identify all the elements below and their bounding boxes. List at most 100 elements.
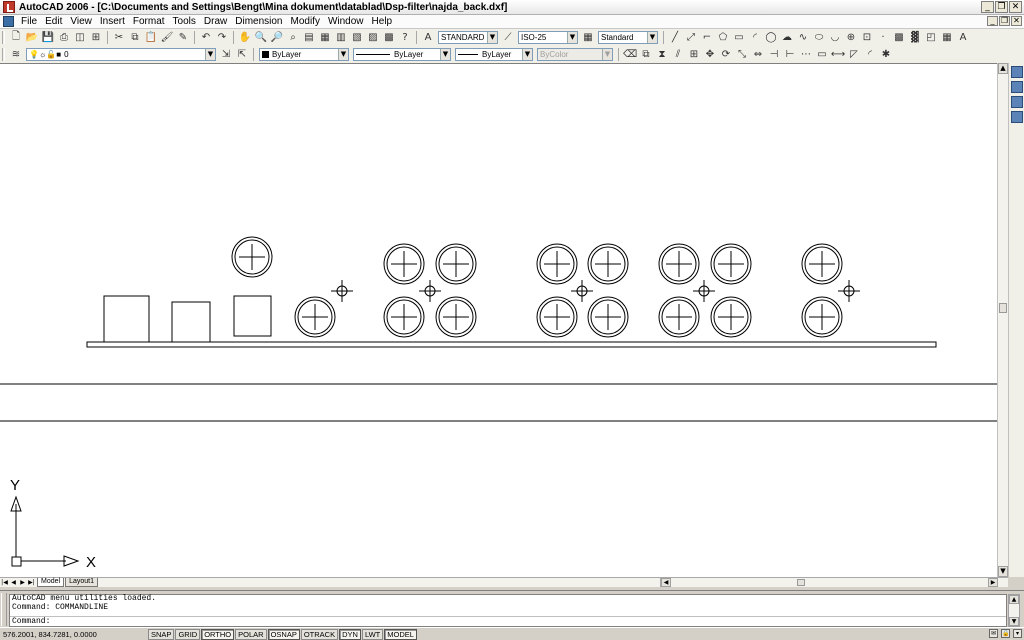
insert-block-icon[interactable]: ⊕ [844,31,858,45]
sheet-set-icon[interactable]: ▧ [350,31,364,45]
knob[interactable] [710,243,752,285]
tab-model[interactable]: Model [37,578,65,587]
menu-help[interactable]: Help [368,16,397,27]
scroll-thumb[interactable] [999,303,1007,313]
break-icon[interactable]: ▭ [815,48,829,62]
component-box[interactable] [103,295,150,343]
tool-palettes-icon[interactable]: ▥ [334,31,348,45]
polyline-icon[interactable]: ⌐ [700,31,714,45]
gradient-icon[interactable]: ▓ [908,31,922,45]
send-under-icon[interactable] [1011,111,1023,123]
send-to-back-icon[interactable] [1011,81,1023,93]
plot-icon[interactable]: ⎙ [57,31,71,45]
redo-icon[interactable]: ↷ [215,31,229,45]
lock-icon[interactable]: 🔒 [1001,629,1010,638]
toolbar-grip[interactable] [2,31,5,44]
scroll-right-icon[interactable]: ▶ [988,578,998,587]
chevron-down-icon[interactable]: ▼ [205,49,215,60]
menu-insert[interactable]: Insert [96,16,129,27]
hatch-icon[interactable]: ▩ [892,31,906,45]
polygon-icon[interactable]: ⬠ [716,31,730,45]
base-plate[interactable] [86,341,937,348]
ellipse-icon[interactable]: ⬭ [812,31,826,45]
open-icon[interactable]: 📂 [25,31,39,45]
cut-icon[interactable]: ✂ [112,31,126,45]
spline-icon[interactable]: ∿ [796,31,810,45]
knob[interactable] [536,296,578,338]
rectangle-icon[interactable]: ▭ [732,31,746,45]
properties-icon[interactable]: ▤ [302,31,316,45]
knob[interactable] [710,296,752,338]
paste-icon[interactable]: 📋 [144,31,158,45]
mounting-hole-marker[interactable] [331,280,353,302]
break-at-point-icon[interactable]: ⋯ [799,48,813,62]
bring-to-front-icon[interactable] [1011,66,1023,78]
dim-style-icon[interactable]: ⟋ [501,31,515,45]
text-style-icon[interactable]: A [421,31,435,45]
erase-icon[interactable]: ⌫ [623,48,637,62]
array-icon[interactable]: ⊞ [687,48,701,62]
quickcalc-icon[interactable]: ▩ [382,31,396,45]
component-box[interactable] [171,301,211,343]
make-block-icon[interactable]: ⊡ [860,31,874,45]
copy-icon[interactable]: ⧉ [128,31,142,45]
extend-icon[interactable]: ⊢ [783,48,797,62]
menu-tools[interactable]: Tools [169,16,200,27]
block-editor-icon[interactable]: ✎ [176,31,190,45]
model-toggle[interactable]: MODEL [384,628,417,640]
construction-line-icon[interactable]: ⤢ [684,31,698,45]
chevron-down-icon[interactable]: ▼ [522,49,532,60]
menu-dimension[interactable]: Dimension [231,16,286,27]
layer-previous-icon[interactable]: ⇱ [235,48,249,62]
mounting-hole-marker[interactable] [838,280,860,302]
knob[interactable] [383,243,425,285]
command-window-grip[interactable] [1,593,7,626]
lineweight-combo[interactable]: ByLayer ▼ [455,48,533,61]
prev-tab-icon[interactable]: ◀ [9,579,18,587]
knob[interactable] [231,236,273,278]
menu-file[interactable]: File [17,16,41,27]
design-center-icon[interactable]: ▦ [318,31,332,45]
menu-draw[interactable]: Draw [200,16,231,27]
knob[interactable] [536,243,578,285]
stretch-icon[interactable]: ⇔ [751,48,765,62]
doc-minimize-button[interactable]: _ [987,16,998,26]
point-icon[interactable]: · [876,31,890,45]
layer-combo[interactable]: 💡☼🔓■ 0 ▼ [26,48,216,61]
status-menu-icon[interactable]: ▾ [1013,629,1022,638]
next-tab-icon[interactable]: ▶ [18,579,27,587]
hscroll-thumb[interactable] [797,579,805,586]
mounting-hole-marker[interactable] [571,280,593,302]
drawing-svg[interactable]: Y X [0,64,997,578]
chevron-down-icon[interactable]: ▼ [647,32,657,43]
new-icon[interactable]: 🗋 [9,31,23,45]
table-style-combo[interactable]: Standard ▼ [598,31,658,44]
multiline-text-icon[interactable]: A [956,31,970,45]
chevron-down-icon[interactable]: ▼ [567,32,577,43]
knob[interactable] [658,296,700,338]
chevron-down-icon[interactable]: ▼ [338,49,348,60]
explode-icon[interactable]: ✱ [879,48,893,62]
rotate-icon[interactable]: ⟳ [719,48,733,62]
markup-icon[interactable]: ▨ [366,31,380,45]
vertical-scrollbar[interactable]: ▲ ▼ [997,63,1008,577]
text-style-combo[interactable]: STANDARD ▼ [438,31,498,44]
drawing-area[interactable]: Y X [0,63,997,577]
dyn-toggle[interactable]: DYN [339,628,361,640]
line-icon[interactable]: ╱ [668,31,682,45]
component-box[interactable] [233,295,272,337]
knob[interactable] [435,296,477,338]
scroll-left-icon[interactable]: ◀ [661,578,671,587]
chevron-down-icon[interactable]: ▼ [440,49,450,60]
lwt-toggle[interactable]: LWT [361,628,384,640]
doc-close-button[interactable]: ✕ [1011,16,1022,26]
snap-toggle[interactable]: SNAP [148,628,175,640]
mounting-hole-marker[interactable] [419,280,441,302]
document-icon[interactable] [3,16,14,27]
chevron-down-icon[interactable]: ▼ [487,32,497,43]
move-icon[interactable]: ✥ [703,48,717,62]
command-scrollbar[interactable]: ▲ ▼ [1008,594,1020,627]
last-tab-icon[interactable]: ▶| [27,579,36,587]
zoom-realtime-icon[interactable]: 🔍 [254,31,268,45]
bring-above-icon[interactable] [1011,96,1023,108]
